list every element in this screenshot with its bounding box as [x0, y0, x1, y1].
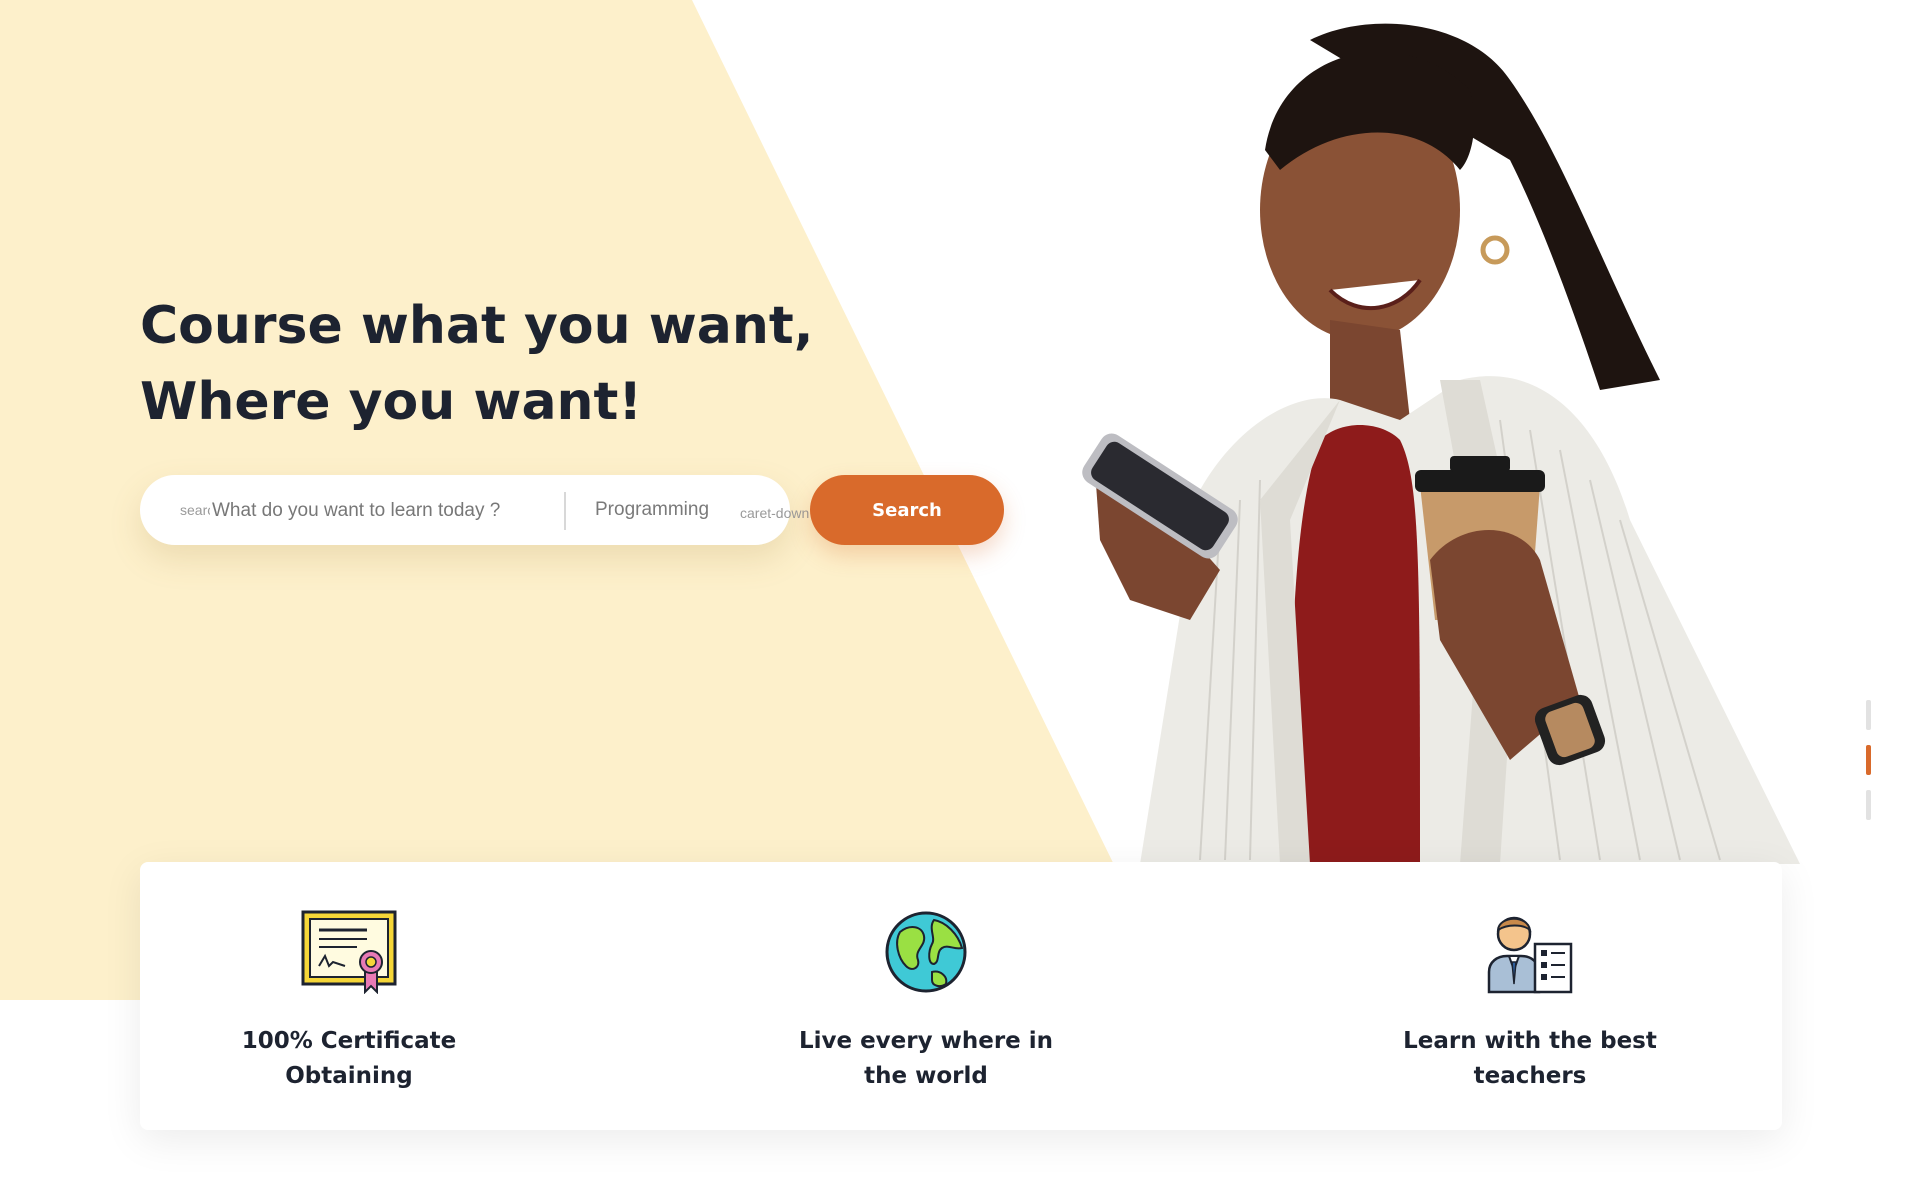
feature-label: 100% Certificate Obtaining	[199, 1024, 499, 1094]
slider-dot-active[interactable]	[1866, 745, 1871, 775]
hero-title-line2: Where you want!	[140, 372, 643, 432]
hero-title-line1: Course what you want,	[140, 296, 814, 356]
search-icon: search	[180, 502, 210, 518]
slider-dot[interactable]	[1866, 700, 1871, 730]
search-input[interactable]	[210, 493, 534, 529]
search-button[interactable]: Search	[810, 475, 1004, 545]
search-bar: search Programming caret-down	[140, 475, 809, 545]
teacher-icon	[1487, 916, 1573, 994]
feature-label: Live every where in the world	[776, 1024, 1076, 1094]
feature-worldwide: Live every where in the world	[776, 910, 1076, 1094]
caret-down-icon[interactable]: caret-down	[740, 505, 820, 521]
search-divider	[564, 492, 566, 530]
globe-icon	[885, 911, 967, 993]
feature-label-line2: the world	[864, 1063, 988, 1089]
feature-label: Learn with the best teachers	[1380, 1024, 1680, 1094]
slider-indicators	[1866, 700, 1871, 835]
features-card: 100% Certificate Obtaining Live every wh…	[140, 862, 1782, 1130]
feature-label-line2: teachers	[1473, 1063, 1587, 1089]
feature-label-line1: Live every where in	[798, 1028, 1054, 1054]
feature-teachers: Learn with the best teachers	[1380, 910, 1680, 1094]
feature-label-line1: 100% Certificate	[241, 1028, 457, 1054]
certificate-icon	[301, 910, 397, 994]
slider-dot[interactable]	[1866, 790, 1871, 820]
hero-title: Course what you want, Where you want!	[140, 288, 900, 440]
feature-label-line1: Learn with the best	[1403, 1028, 1657, 1054]
hero-photo	[1082, 23, 1800, 864]
feature-certificate: 100% Certificate Obtaining	[199, 910, 499, 1094]
category-select[interactable]: Programming	[595, 499, 709, 521]
feature-label-line2: Obtaining	[285, 1063, 413, 1089]
